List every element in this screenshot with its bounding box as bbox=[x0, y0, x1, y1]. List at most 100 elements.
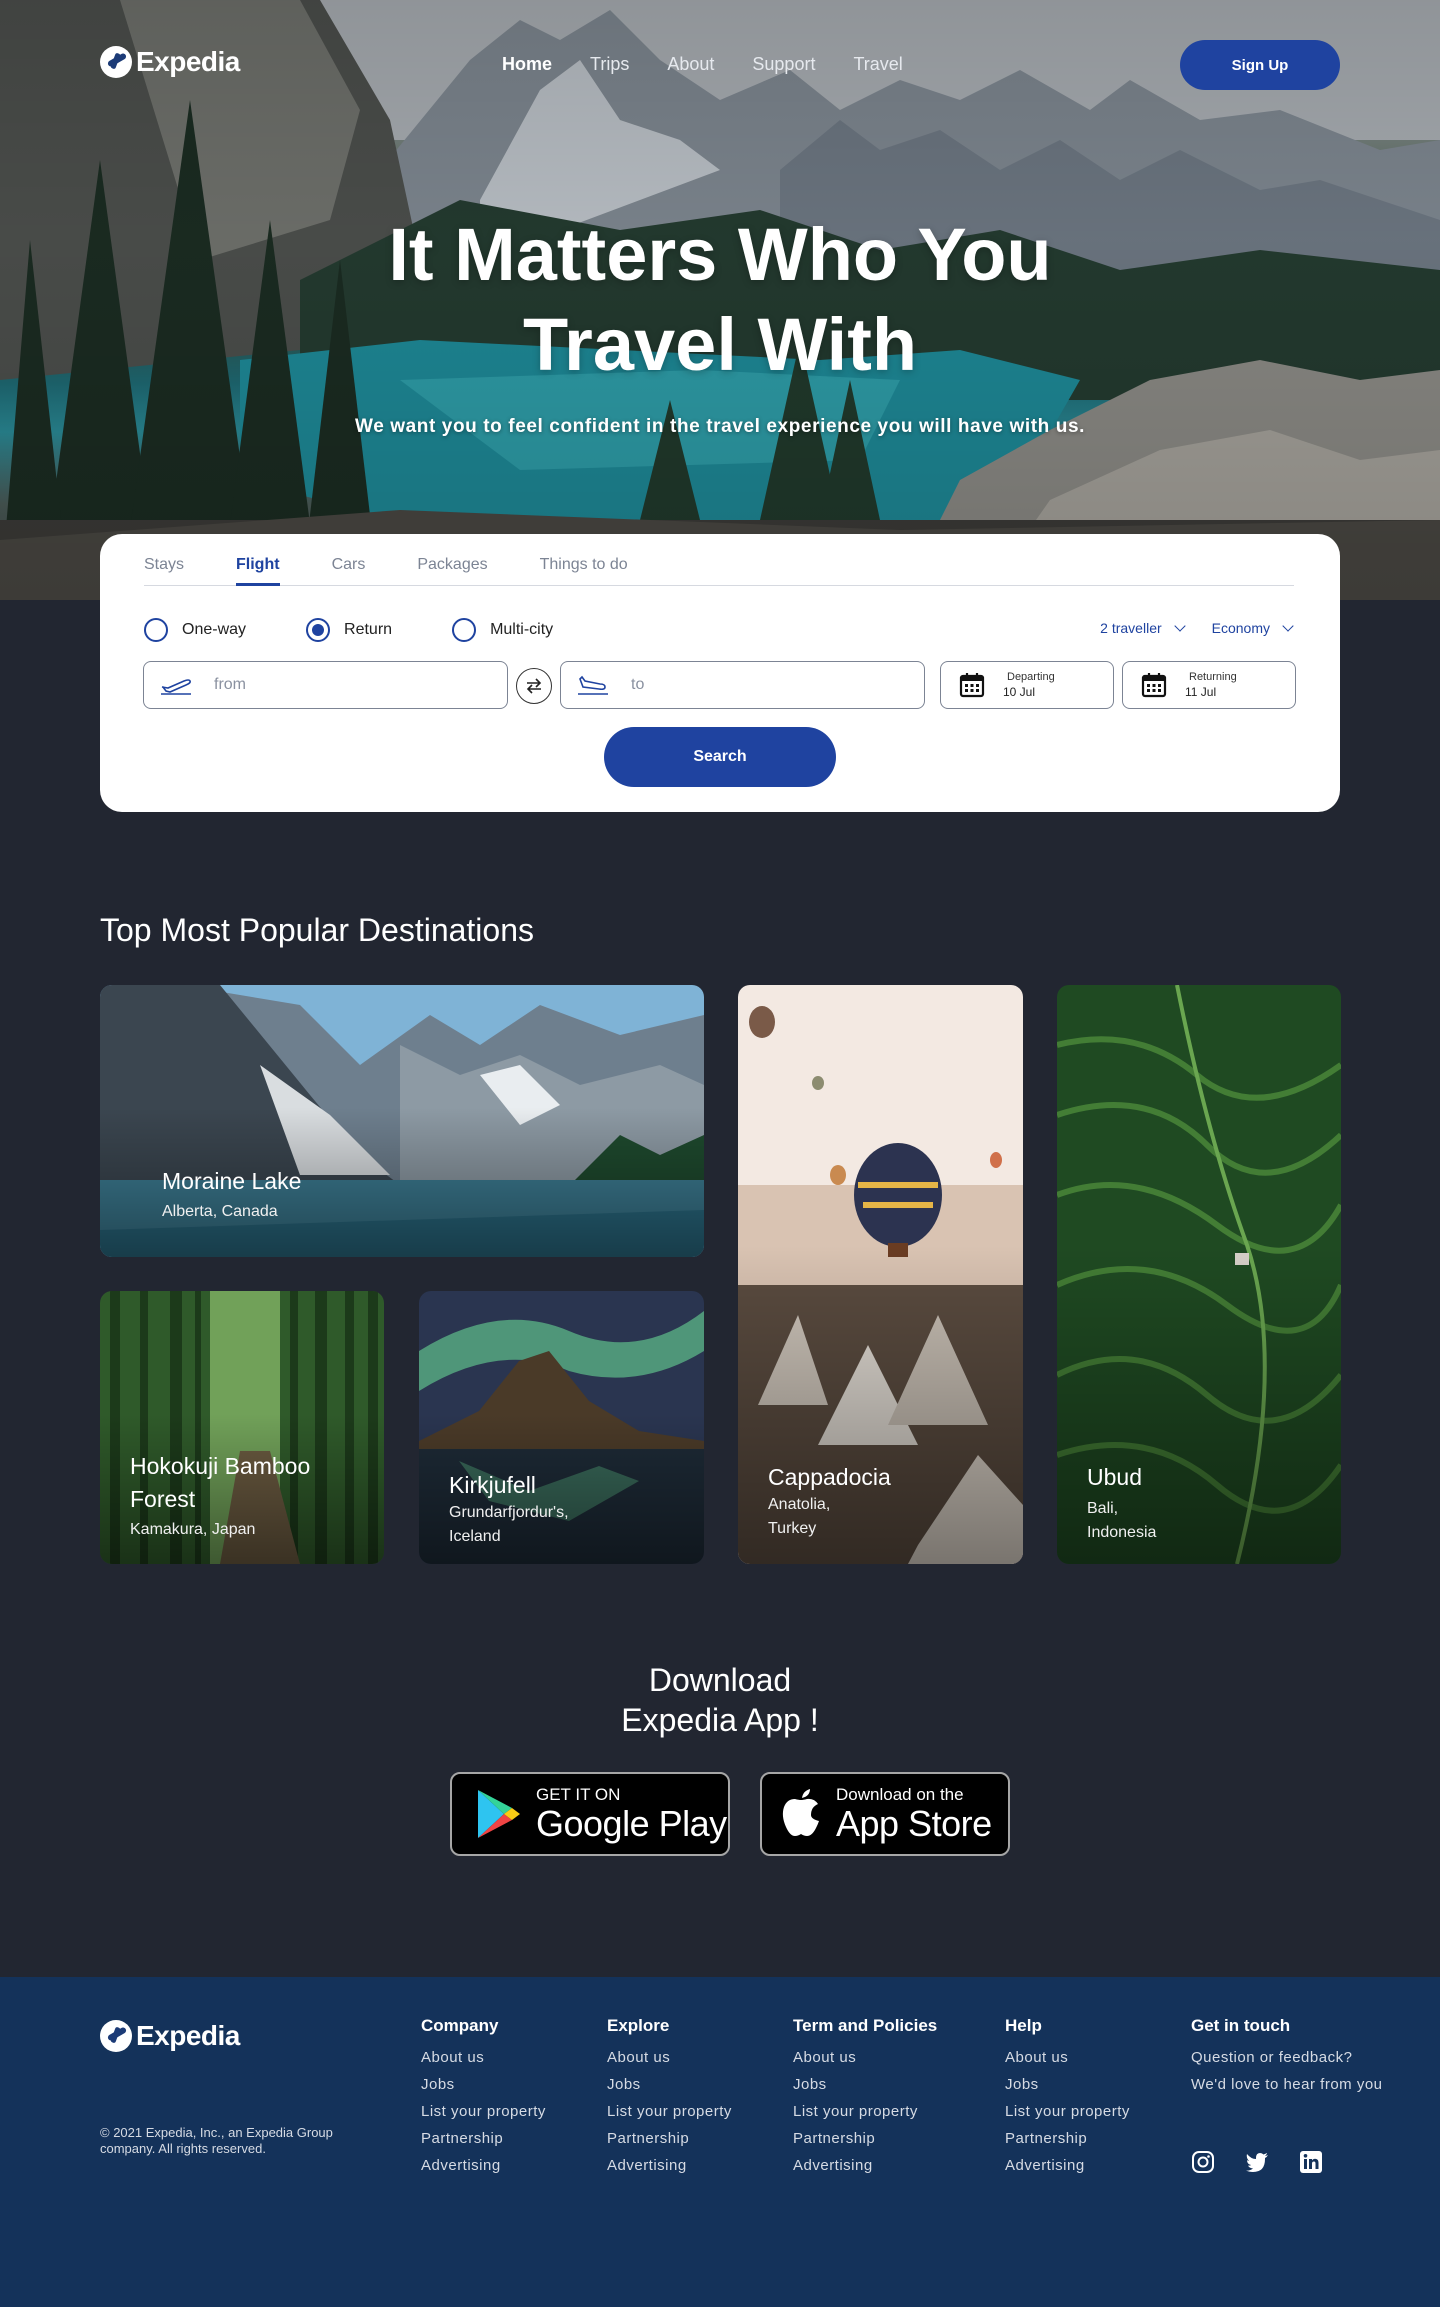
hero-title: It Matters Who You Travel With bbox=[0, 210, 1440, 390]
destination-card-kirkjufell[interactable]: Kirkjufell Grundarfjordur's, Iceland bbox=[419, 1291, 704, 1564]
brand-logo[interactable]: Expedia bbox=[100, 46, 240, 78]
main-nav: Home Trips About Support Travel bbox=[502, 54, 903, 75]
footer-link[interactable]: Jobs bbox=[421, 2071, 546, 2098]
footer-link[interactable]: Partnership bbox=[793, 2125, 937, 2152]
traveller-select[interactable]: 2 traveller bbox=[1100, 620, 1186, 636]
footer-column-get-in-touch: Get in touch Question or feedback? We'd … bbox=[1191, 2016, 1383, 2098]
radio-one-way[interactable]: One-way bbox=[144, 618, 246, 642]
destination-name: Kirkjufell bbox=[449, 1472, 536, 1498]
instagram-icon[interactable] bbox=[1191, 2150, 1215, 2174]
radio-return[interactable]: Return bbox=[306, 618, 392, 642]
google-play-button[interactable]: GET IT ON Google Play bbox=[450, 1772, 730, 1856]
from-field[interactable] bbox=[143, 661, 508, 709]
from-input[interactable] bbox=[214, 676, 414, 694]
returning-label: Returning bbox=[1189, 671, 1237, 683]
destination-card-hokokuji-bamboo-forest[interactable]: Hokokuji Bamboo Forest Kamakura, Japan bbox=[100, 1291, 384, 1564]
departing-date-field[interactable]: Departing 10 Jul bbox=[940, 661, 1114, 709]
footer-link[interactable]: Advertising bbox=[1005, 2152, 1130, 2179]
footer-link[interactable]: Jobs bbox=[607, 2071, 732, 2098]
nav-item-trips[interactable]: Trips bbox=[590, 54, 629, 75]
footer-link[interactable]: Advertising bbox=[607, 2152, 732, 2179]
radio-multi-city[interactable]: Multi-city bbox=[452, 618, 553, 642]
sign-up-button[interactable]: Sign Up bbox=[1180, 40, 1340, 90]
footer-link[interactable]: List your property bbox=[793, 2098, 937, 2125]
flight-search-card: Stays Flight Cars Packages Things to do … bbox=[100, 534, 1340, 812]
app-store-button[interactable]: Download on the App Store bbox=[760, 1772, 1010, 1856]
google-play-small-text: GET IT ON bbox=[536, 1785, 621, 1804]
contact-text: We'd love to hear from you bbox=[1191, 2076, 1383, 2093]
footer-link[interactable]: About us bbox=[793, 2044, 937, 2071]
footer-link[interactable]: Advertising bbox=[421, 2152, 546, 2179]
search-button[interactable]: Search bbox=[604, 727, 836, 787]
radio-selected-icon bbox=[306, 618, 331, 642]
tab-cars[interactable]: Cars bbox=[332, 556, 366, 585]
apple-icon bbox=[782, 1789, 819, 1836]
swap-arrows-icon bbox=[526, 678, 542, 694]
plane-takeoff-icon bbox=[161, 679, 191, 695]
footer-link[interactable]: Partnership bbox=[607, 2125, 732, 2152]
to-input[interactable] bbox=[631, 676, 831, 694]
contact-text: Question or feedback? bbox=[1191, 2049, 1353, 2066]
hero-subtitle: We want you to feel confident in the tra… bbox=[355, 416, 1085, 437]
to-field[interactable] bbox=[560, 661, 925, 709]
copyright-text: © 2021 Expedia, Inc., an Expedia Group c… bbox=[100, 2125, 333, 2156]
traveller-value: 2 traveller bbox=[1100, 620, 1162, 636]
destination-name: Moraine Lake bbox=[162, 1168, 302, 1194]
footer-link[interactable]: List your property bbox=[421, 2098, 546, 2125]
cabin-class-select[interactable]: Economy bbox=[1211, 620, 1294, 636]
trip-type-options: One-way Return Multi-city bbox=[144, 618, 599, 642]
footer-link[interactable]: Advertising bbox=[793, 2152, 937, 2179]
footer-link[interactable]: About us bbox=[607, 2044, 732, 2071]
destination-name: Hokokuji Bamboo Forest bbox=[130, 1453, 311, 1512]
footer-brand-logo[interactable]: Expedia bbox=[100, 2020, 240, 2052]
footer-column-term-and-policies: Term and Policies About us Jobs List you… bbox=[793, 2016, 937, 2179]
nav-item-home[interactable]: Home bbox=[502, 54, 552, 75]
radio-label: Multi-city bbox=[490, 621, 554, 638]
destination-name: Ubud bbox=[1087, 1464, 1142, 1490]
linkedin-icon[interactable] bbox=[1299, 2150, 1323, 2174]
footer-column-heading: Term and Policies bbox=[793, 2016, 938, 2035]
footer-link[interactable]: Jobs bbox=[793, 2071, 937, 2098]
footer-link[interactable]: About us bbox=[421, 2044, 546, 2071]
footer-link[interactable]: Jobs bbox=[1005, 2071, 1130, 2098]
returning-date-field[interactable]: Returning 11 Jul bbox=[1122, 661, 1296, 709]
hero-title-line2: Travel With bbox=[522, 303, 918, 386]
expedia-logo-icon bbox=[100, 2020, 132, 2052]
radio-circle-icon bbox=[144, 618, 168, 642]
nav-item-support[interactable]: Support bbox=[752, 54, 815, 75]
app-store-big-text: App Store bbox=[836, 1803, 992, 1844]
plane-landing-icon bbox=[578, 675, 608, 695]
destination-location: Anatolia, Turkey bbox=[768, 1496, 831, 1537]
radio-label: One-way bbox=[182, 621, 247, 638]
swap-button[interactable] bbox=[516, 668, 552, 704]
destination-card-moraine-lake[interactable]: Moraine Lake Alberta, Canada bbox=[100, 985, 704, 1257]
departing-label: Departing bbox=[1007, 671, 1055, 683]
radio-label: Return bbox=[344, 621, 393, 638]
destination-card-ubud[interactable]: Ubud Bali, Indonesia bbox=[1057, 985, 1341, 1564]
download-title: Download Expedia App ! bbox=[621, 1662, 819, 1738]
footer-link[interactable]: List your property bbox=[1005, 2098, 1130, 2125]
tab-things-to-do[interactable]: Things to do bbox=[540, 556, 628, 585]
footer-link[interactable]: Partnership bbox=[421, 2125, 546, 2152]
nav-item-travel[interactable]: Travel bbox=[853, 54, 902, 75]
footer-column-heading: Explore bbox=[607, 2016, 670, 2035]
brand-name: Expedia bbox=[136, 2020, 240, 2051]
cabin-class-value: Economy bbox=[1211, 620, 1270, 636]
tab-flight[interactable]: Flight bbox=[236, 556, 280, 586]
destination-card-cappadocia[interactable]: Cappadocia Anatolia, Turkey bbox=[738, 985, 1023, 1564]
footer-column-heading: Company bbox=[421, 2016, 499, 2035]
footer-link[interactable]: List your property bbox=[607, 2098, 732, 2125]
destination-location: Bali, Indonesia bbox=[1087, 1500, 1157, 1541]
footer-link[interactable]: Partnership bbox=[1005, 2125, 1130, 2152]
footer-link[interactable]: About us bbox=[1005, 2044, 1130, 2071]
tab-packages[interactable]: Packages bbox=[417, 556, 487, 585]
tab-stays[interactable]: Stays bbox=[144, 556, 184, 585]
calendar-icon bbox=[959, 673, 985, 698]
nav-item-about[interactable]: About bbox=[667, 54, 714, 75]
chevron-down-icon bbox=[1282, 620, 1294, 632]
footer-column-heading: Get in touch bbox=[1191, 2016, 1291, 2035]
footer-column-company: Company About us Jobs List your property… bbox=[421, 2016, 546, 2179]
twitter-icon[interactable] bbox=[1245, 2150, 1269, 2174]
destination-location: Alberta, Canada bbox=[162, 1203, 278, 1220]
footer-column-heading: Help bbox=[1005, 2016, 1042, 2035]
